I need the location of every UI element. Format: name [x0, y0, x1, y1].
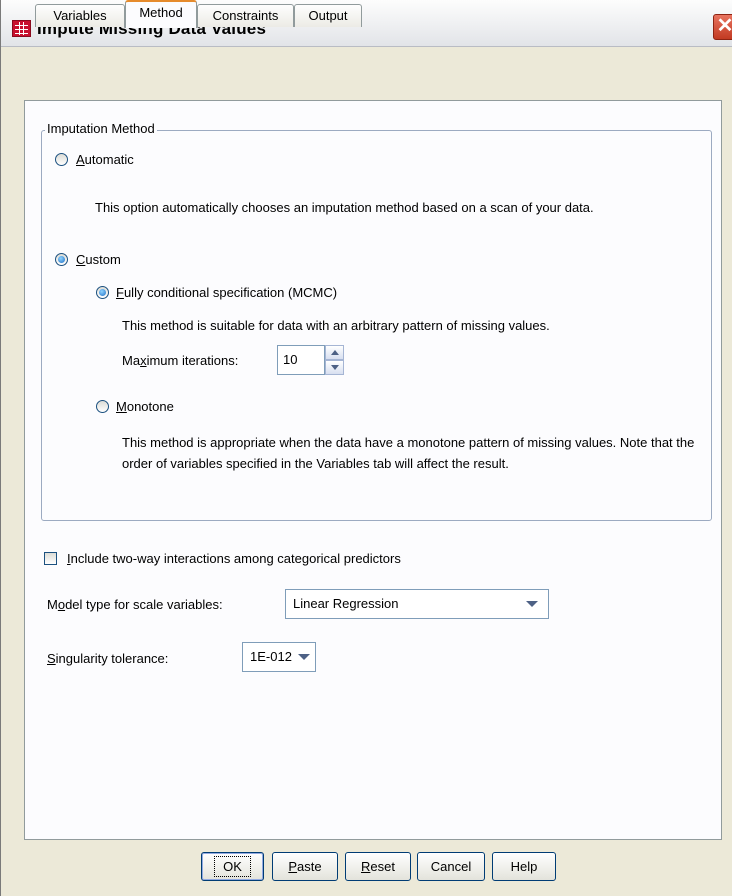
max-iterations-spinner — [325, 345, 344, 375]
close-button[interactable]: ✕ — [713, 14, 732, 40]
impute-missing-data-dialog: Impute Missing Data Values ✕ Variables M… — [0, 0, 732, 896]
monotone-description: This method is appropriate when the data… — [122, 435, 695, 471]
tab-method[interactable]: Method — [125, 0, 197, 28]
help-button[interactable]: Help — [492, 852, 556, 881]
custom-label[interactable]: Custom — [76, 252, 121, 267]
automatic-label[interactable]: Automatic — [76, 152, 134, 167]
close-icon: ✕ — [716, 15, 732, 37]
fcs-label[interactable]: Fully conditional specification (MCMC) — [116, 285, 337, 300]
imputation-method-group-title: Imputation Method — [45, 121, 157, 136]
tab-output[interactable]: Output — [294, 4, 362, 27]
spin-up-arrow-icon[interactable] — [325, 345, 344, 360]
model-type-label: Model type for scale variables: — [47, 597, 223, 612]
tab-constraints[interactable]: Constraints — [197, 4, 294, 27]
model-type-dropdown[interactable]: Linear Regression — [285, 589, 549, 619]
max-iterations-input[interactable]: 10 — [277, 345, 325, 375]
custom-radio[interactable] — [55, 253, 68, 266]
paste-button[interactable]: Paste — [272, 852, 338, 881]
monotone-label[interactable]: Monotone — [116, 399, 174, 414]
two-way-interactions-checkbox[interactable] — [44, 552, 57, 565]
singularity-tolerance-dropdown[interactable]: 1E-012 — [242, 642, 316, 672]
tab-variables[interactable]: Variables — [35, 4, 125, 27]
monotone-radio[interactable] — [96, 400, 109, 413]
ok-button[interactable]: OK — [201, 852, 264, 881]
chevron-down-icon — [526, 601, 538, 607]
chevron-down-icon — [298, 654, 310, 660]
fcs-description: This method is suitable for data with an… — [122, 318, 550, 333]
fcs-radio[interactable] — [96, 286, 109, 299]
max-iterations-label: Maximum iterations: — [122, 353, 239, 368]
singularity-tolerance-value: 1E-012 — [250, 649, 292, 664]
automatic-radio[interactable] — [55, 153, 68, 166]
spin-down-arrow-icon[interactable] — [325, 360, 344, 375]
singularity-tolerance-label: Singularity tolerance: — [47, 651, 169, 666]
model-type-value: Linear Regression — [293, 596, 399, 611]
spss-table-icon — [12, 20, 31, 37]
cancel-button[interactable]: Cancel — [417, 852, 485, 881]
two-way-interactions-label[interactable]: Include two-way interactions among categ… — [67, 551, 401, 566]
reset-button[interactable]: Reset — [345, 852, 411, 881]
automatic-description: This option automatically chooses an imp… — [95, 200, 594, 215]
